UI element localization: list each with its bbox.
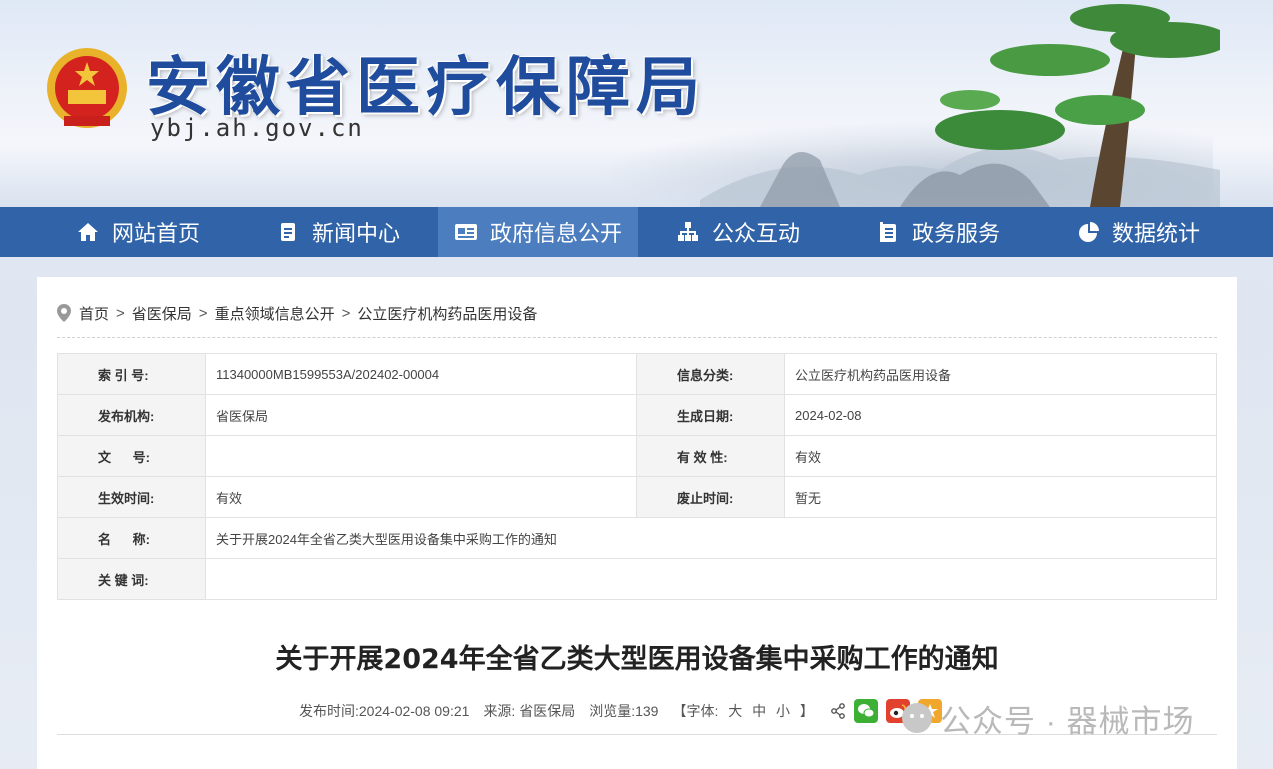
metadata-table: 索 引 号: 11340000MB1599553A/202402-00004 信…	[57, 353, 1217, 600]
wechat-share-icon[interactable]	[853, 699, 878, 723]
publish-time: 发布时间:2024-02-08 09:21	[299, 703, 470, 719]
watermark-text: 公众号 · 器械市场	[940, 703, 1195, 739]
breadcrumb-key-areas[interactable]: 重点领域信息公开	[215, 303, 335, 324]
nav-label: 公众互动	[711, 221, 800, 246]
docno-label: 文 号:	[57, 435, 206, 477]
nav-item-statistics[interactable]: 数据统计	[1038, 207, 1238, 257]
card-icon	[454, 220, 478, 244]
breadcrumb-divider	[57, 337, 1217, 338]
nav-item-gov-info[interactable]: 政府信息公开	[438, 207, 638, 257]
name-label: 名 称:	[57, 517, 206, 559]
org-chart-icon	[676, 220, 700, 244]
font-medium-button[interactable]: 中	[752, 703, 766, 719]
publisher-value: 省医保局	[205, 394, 637, 436]
breadcrumb-separator: >	[198, 304, 208, 322]
document-title: 关于开展2024年全省乙类大型医用设备集中采购工作的通知	[275, 644, 999, 675]
document-info-bar: 发布时间:2024-02-08 09:21 来源: 省医保局 浏览量:139 【…	[299, 699, 942, 723]
breadcrumb-home[interactable]: 首页	[79, 303, 109, 324]
publisher-label: 发布机构:	[57, 394, 206, 436]
category-value: 公立医疗机构药品医用设备	[784, 353, 1217, 395]
font-small-button[interactable]: 小	[776, 703, 790, 719]
nav-label: 网站首页	[111, 221, 200, 246]
gen-date-value: 2024-02-08	[784, 394, 1217, 436]
docno-value	[205, 435, 637, 477]
site-domain: ybj.ah.gov.cn	[150, 114, 364, 142]
home-icon	[76, 220, 100, 244]
source: 来源: 省医保局	[483, 703, 576, 719]
document-icon	[276, 220, 300, 244]
repeal-label: 废止时间:	[636, 476, 785, 518]
nav-label: 数据统计	[1111, 221, 1200, 246]
index-label: 索 引 号:	[57, 353, 206, 395]
repeal-value: 暂无	[784, 476, 1217, 518]
nav-item-home[interactable]: 网站首页	[38, 207, 238, 257]
validity-value: 有效	[784, 435, 1217, 477]
share-icon[interactable]	[830, 703, 846, 719]
watermark: 公众号 · 器械市场	[900, 693, 1195, 743]
nav-label: 新闻中心	[311, 221, 400, 246]
font-large-button[interactable]: 大	[728, 703, 742, 719]
header-banner: 安徽省医疗保障局 ybj.ah.gov.cn	[0, 0, 1273, 207]
table-row: 文 号: 有 效 性: 有效	[57, 435, 1217, 477]
effective-value: 有效	[205, 476, 637, 518]
effective-label: 生效时间:	[57, 476, 206, 518]
keywords-value	[205, 558, 1217, 600]
nav-item-interaction[interactable]: 公众互动	[638, 207, 838, 257]
view-count: 浏览量:139	[589, 703, 659, 719]
nav-item-news[interactable]: 新闻中心	[238, 207, 438, 257]
index-value: 11340000MB1599553A/202402-00004	[205, 353, 637, 395]
gen-date-label: 生成日期:	[636, 394, 785, 436]
font-size-switcher: 【字体: 大 中 小 】	[672, 701, 819, 721]
watermark-logo-icon	[900, 701, 934, 735]
table-row: 关 键 词:	[57, 558, 1217, 600]
breadcrumb-current[interactable]: 公立医疗机构药品医用设备	[357, 303, 537, 324]
nav-label: 政府信息公开	[489, 221, 622, 246]
keywords-label: 关 键 词:	[57, 558, 206, 600]
table-row: 生效时间: 有效 废止时间: 暂无	[57, 476, 1217, 518]
name-value: 关于开展2024年全省乙类大型医用设备集中采购工作的通知	[205, 517, 1217, 559]
national-emblem-icon	[47, 48, 127, 128]
table-row: 名 称: 关于开展2024年全省乙类大型医用设备集中采购工作的通知	[57, 517, 1217, 559]
mountain-pine-illustration	[700, 4, 1220, 207]
table-row: 发布机构: 省医保局 生成日期: 2024-02-08	[57, 394, 1217, 436]
location-pin-icon	[57, 304, 71, 322]
clipboard-icon	[876, 220, 900, 244]
main-nav: 网站首页 新闻中心 政府信息公开 公众互动 政务服务 数据统计	[0, 207, 1273, 257]
breadcrumb-separator: >	[341, 304, 351, 322]
pie-chart-icon	[1076, 220, 1100, 244]
table-row: 索 引 号: 11340000MB1599553A/202402-00004 信…	[57, 353, 1217, 395]
nav-label: 政务服务	[911, 221, 1000, 246]
nav-item-services[interactable]: 政务服务	[838, 207, 1038, 257]
category-label: 信息分类:	[636, 353, 785, 395]
font-open-bracket: 【字体:	[672, 703, 719, 719]
validity-label: 有 效 性:	[636, 435, 785, 477]
font-close-bracket: 】	[799, 703, 814, 719]
breadcrumb-separator: >	[116, 304, 125, 322]
breadcrumb-bureau[interactable]: 省医保局	[132, 303, 192, 324]
breadcrumb: 首页 > 省医保局 > 重点领域信息公开 > 公立医疗机构药品医用设备	[57, 301, 537, 325]
